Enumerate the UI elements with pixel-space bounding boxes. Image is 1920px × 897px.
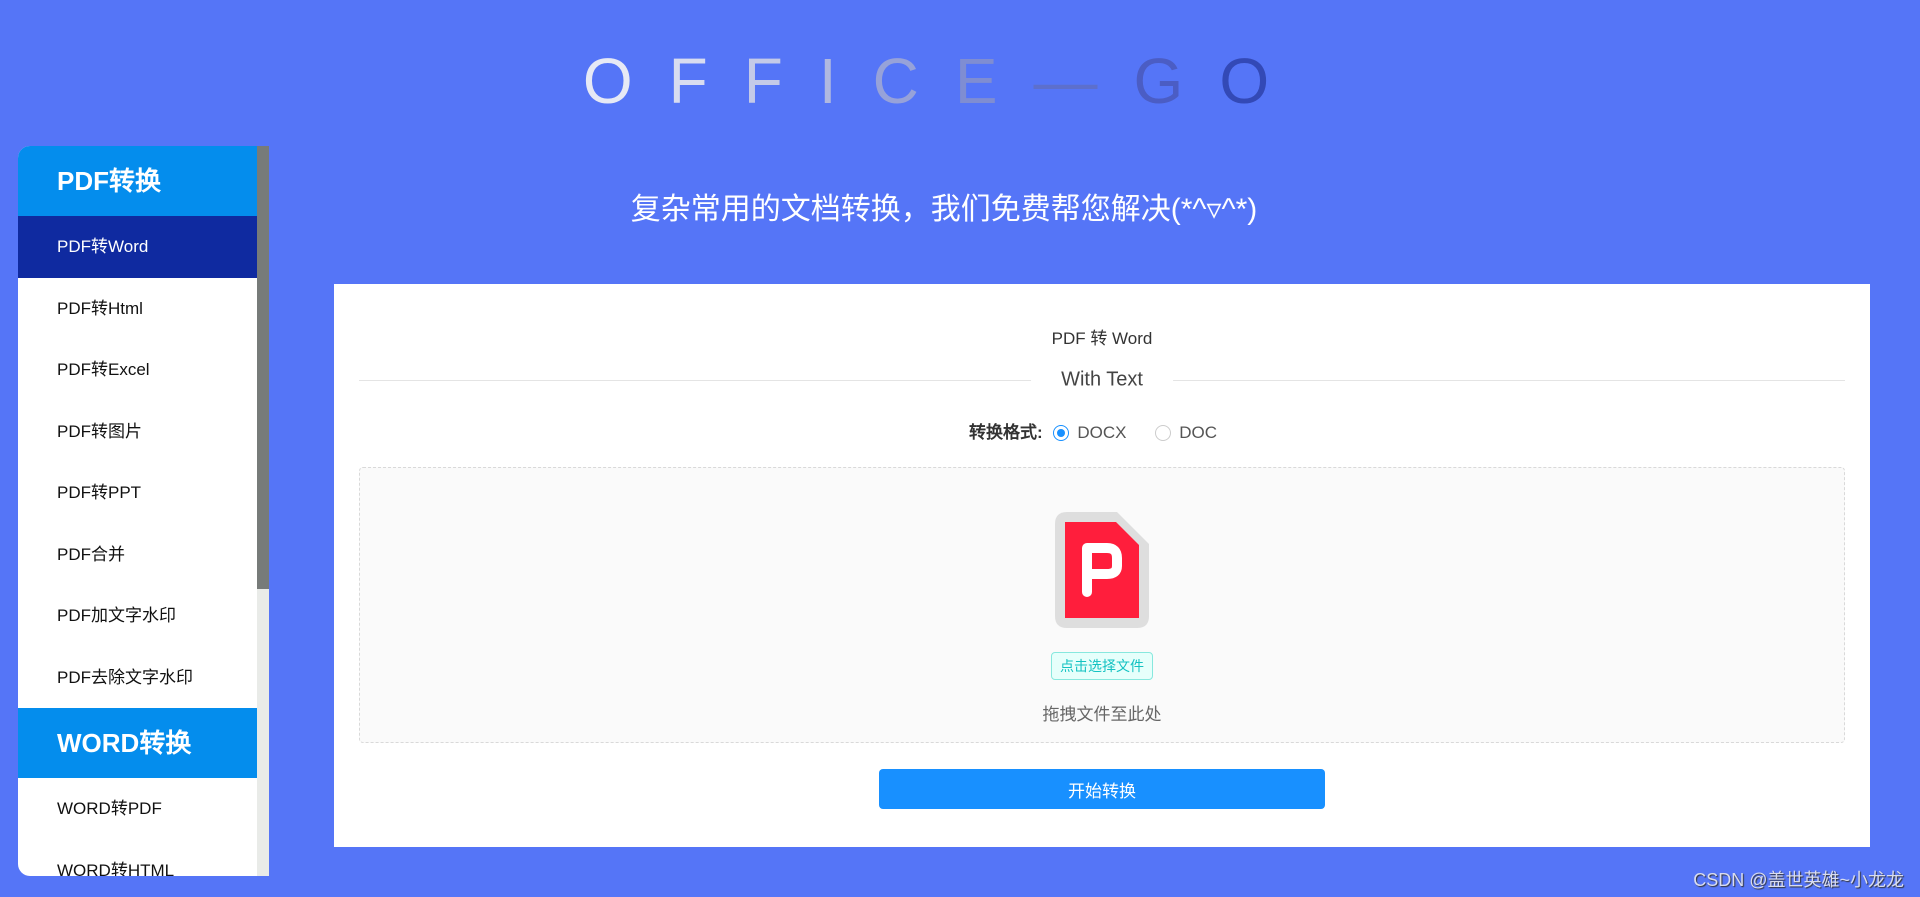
divider-text: With Text [1031, 368, 1173, 392]
logo-letter: O [1219, 45, 1306, 117]
sidebar-item-pdf-remove-watermark[interactable]: PDF去除文字水印 [18, 647, 257, 709]
sidebar-group-word[interactable]: WORD转换 [18, 708, 257, 778]
format-label: 转换格式: [968, 423, 1043, 442]
app-logo: OFFICE—GO [0, 44, 1888, 118]
sidebar-item-pdf-to-html[interactable]: PDF转Html [18, 278, 257, 340]
sidebar-item-word-to-pdf[interactable]: WORD转PDF [18, 778, 257, 840]
select-file-button[interactable]: 点击选择文件 [1051, 652, 1153, 680]
sidebar-scrollbar[interactable] [257, 146, 269, 876]
divider: With Text [359, 368, 1845, 392]
sidebar-item-pdf-to-image[interactable]: PDF转图片 [18, 401, 257, 463]
sidebar: PDF转换 PDF转Word PDF转Html PDF转Excel PDF转图片… [18, 146, 269, 876]
sidebar-item-word-to-html[interactable]: WORD转HTML [18, 840, 257, 877]
sidebar-item-pdf-merge[interactable]: PDF合并 [18, 524, 257, 586]
format-selector: 转换格式: DOCX DOC [334, 418, 1870, 443]
sidebar-group-pdf[interactable]: PDF转换 [18, 146, 257, 216]
sidebar-scroll-thumb[interactable] [257, 146, 269, 589]
panel-title: PDF 转 Word [1051, 329, 1153, 348]
logo-letter: — [1033, 45, 1134, 117]
drag-hint: 拖拽文件至此处 [1042, 705, 1162, 724]
logo-letter: F [743, 45, 819, 117]
radio-docx-label[interactable]: DOCX [1077, 423, 1126, 442]
pdf-file-icon [1055, 512, 1149, 628]
logo-letter: F [668, 45, 744, 117]
converter-panel: PDF 转 Word With Text 转换格式: DOCX DOC 点击选择… [334, 284, 1870, 847]
file-dropzone[interactable]: 点击选择文件 拖拽文件至此处 [359, 467, 1845, 743]
logo-letter: O [582, 45, 669, 117]
logo-letter: C [872, 45, 955, 117]
radio-unchecked-icon[interactable] [1155, 425, 1172, 441]
logo-letter: I [818, 45, 873, 117]
page-subtitle: 复杂常用的文档转换，我们免费帮您解决(*^▿^*) [630, 193, 1258, 226]
sidebar-item-pdf-to-ppt[interactable]: PDF转PPT [18, 462, 257, 524]
radio-checked-icon[interactable] [1053, 425, 1070, 441]
logo-letter: G [1133, 45, 1220, 117]
watermark: CSDN @盖世英雄~小龙龙 [1693, 870, 1904, 890]
sidebar-item-pdf-add-watermark[interactable]: PDF加文字水印 [18, 585, 257, 647]
radio-docx[interactable]: DOCX [1047, 423, 1127, 442]
radio-doc-label[interactable]: DOC [1179, 423, 1217, 442]
start-convert-button[interactable]: 开始转换 [879, 769, 1325, 809]
sidebar-item-pdf-to-word[interactable]: PDF转Word [18, 216, 257, 278]
radio-doc[interactable]: DOC [1149, 423, 1217, 442]
sidebar-item-pdf-to-excel[interactable]: PDF转Excel [18, 339, 257, 401]
logo-letter: E [954, 45, 1034, 117]
